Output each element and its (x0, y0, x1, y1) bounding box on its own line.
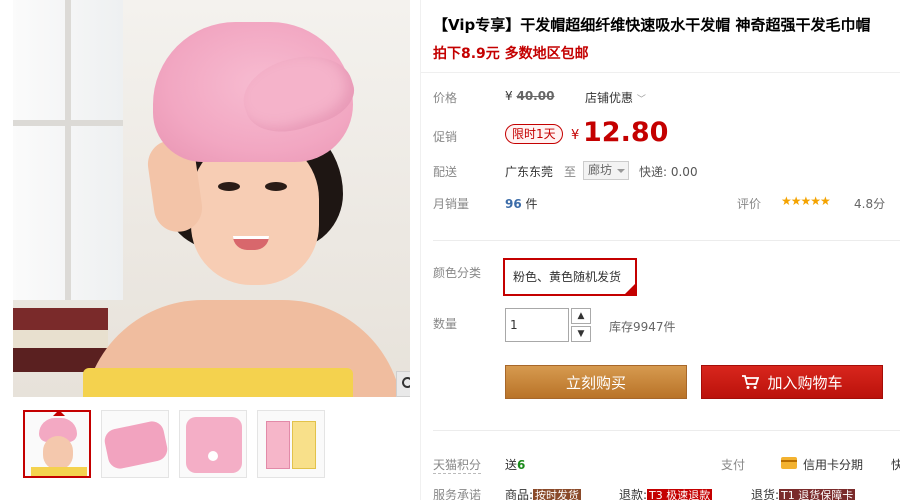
add-to-cart-button[interactable]: 加入购物车 (701, 365, 883, 399)
star-rating-icon: ★★★★★ (781, 194, 831, 208)
on-time-delivery-badge[interactable]: 按时发货 (533, 489, 582, 500)
ship-from: 广东东莞 (505, 165, 554, 179)
shipping-fee: 快递: 0.00 (639, 165, 698, 179)
chevron-down-icon (617, 169, 625, 177)
quantity-input[interactable]: 1 (505, 308, 569, 342)
service-return: 退货: T1 退货保障卡 (751, 486, 856, 500)
chevron-down-icon: ▼ (577, 329, 585, 339)
stock-count: 库存9947件 (609, 320, 676, 334)
promo-label: 促销 (433, 130, 458, 144)
add-to-cart-label: 加入购物车 (767, 373, 843, 392)
payment-more[interactable]: 快 (891, 456, 900, 473)
original-price: ¥ 40.00 (505, 89, 554, 103)
chevron-down-icon: ﹀ (636, 95, 646, 105)
color-option-text: 粉色、黄色随机发货 (513, 270, 622, 284)
buy-now-label: 立刻购买 (565, 373, 626, 392)
destination-select[interactable]: 廊坊 (583, 161, 629, 180)
thumbnail-3[interactable] (179, 410, 247, 478)
rating-score[interactable]: 4.8分 (854, 195, 885, 212)
service-refund: 退款: T3 极速退款 (619, 486, 713, 500)
service-return-label: 退货: (751, 488, 780, 500)
thumbnail-1[interactable] (23, 410, 91, 478)
color-option-selected[interactable]: 粉色、黄色随机发货 (503, 258, 647, 318)
section-divider (433, 430, 900, 431)
return-guarantee-badge[interactable]: T1 退货保障卡 (779, 489, 856, 500)
service-promise-label: 服务承诺 (433, 488, 482, 500)
magnifier-icon[interactable] (396, 371, 410, 397)
installment-option[interactable]: 信用卡分期 (803, 456, 863, 473)
original-price-value: 40.00 (516, 89, 555, 103)
buy-now-button[interactable]: 立刻购买 (505, 365, 687, 399)
product-promo-text: 拍下8.9元 多数地区包邮 (433, 46, 589, 62)
tmall-points-prefix: 送 (505, 458, 518, 472)
section-divider (433, 240, 900, 241)
product-title: 【Vip专享】干发帽超细纤维快速吸水干发帽 神奇超强干发毛巾帽 (433, 16, 871, 34)
main-product-photo[interactable] (13, 0, 410, 397)
quantity-increase-button[interactable]: ▲ (571, 308, 591, 324)
price-label: 价格 (433, 91, 458, 105)
monthly-sales-label: 月销量 (433, 197, 470, 211)
tmall-points: 送6 (505, 456, 525, 473)
monthly-sales: 96 件 (505, 195, 538, 212)
cart-icon (742, 375, 760, 389)
ship-to-word: 至 (564, 165, 577, 179)
rating-label: 评价 (737, 197, 762, 211)
chevron-up-icon: ▲ (577, 311, 585, 321)
fast-refund-badge[interactable]: T3 极速退款 (647, 489, 713, 500)
thumbnail-strip (13, 408, 410, 480)
tmall-points-value: 6 (517, 458, 526, 472)
store-discount-label: 店铺优惠 (585, 91, 634, 105)
checkmark-icon (624, 283, 647, 318)
thumbnail-4[interactable] (257, 410, 325, 478)
shipping-label: 配送 (433, 165, 458, 179)
currency-symbol: ¥ (505, 89, 513, 103)
store-discount-dropdown[interactable]: 店铺优惠 ﹀ (585, 89, 646, 106)
service-refund-label: 退款: (619, 488, 648, 500)
photo-model-eye (218, 182, 240, 191)
product-detail-panel: 【Vip专享】干发帽超细纤维快速吸水干发帽 神奇超强干发毛巾帽 拍下8.9元 多… (420, 0, 900, 500)
destination-value: 廊坊 (588, 163, 613, 177)
color-option-label: 颜色分类 (433, 266, 482, 280)
credit-card-icon (781, 457, 797, 469)
promo-currency-symbol: ¥ (571, 128, 580, 143)
promo-price-value: 12.80 (583, 117, 669, 148)
quantity-decrease-button[interactable]: ▼ (571, 326, 591, 342)
monthly-sales-count: 96 (505, 197, 522, 211)
monthly-sales-unit: 件 (525, 197, 538, 211)
tmall-points-label[interactable]: 天猫积分 (433, 456, 482, 474)
price-box: 价格 ¥ 40.00 店铺优惠 ﹀ 促销 限时1天 ¥ 12.80 配送 广东东… (421, 72, 900, 220)
limited-time-badge: 限时1天 (505, 124, 563, 144)
service-goods: 商品: 按时发货 (505, 486, 582, 500)
payment-label: 支付 (721, 458, 746, 472)
service-goods-label: 商品: (505, 488, 534, 500)
photo-background-window (13, 0, 123, 300)
photo-yellow-towel (83, 368, 353, 397)
photo-model-eye (265, 182, 287, 191)
thumbnail-2[interactable] (101, 410, 169, 478)
quantity-label: 数量 (433, 317, 458, 331)
